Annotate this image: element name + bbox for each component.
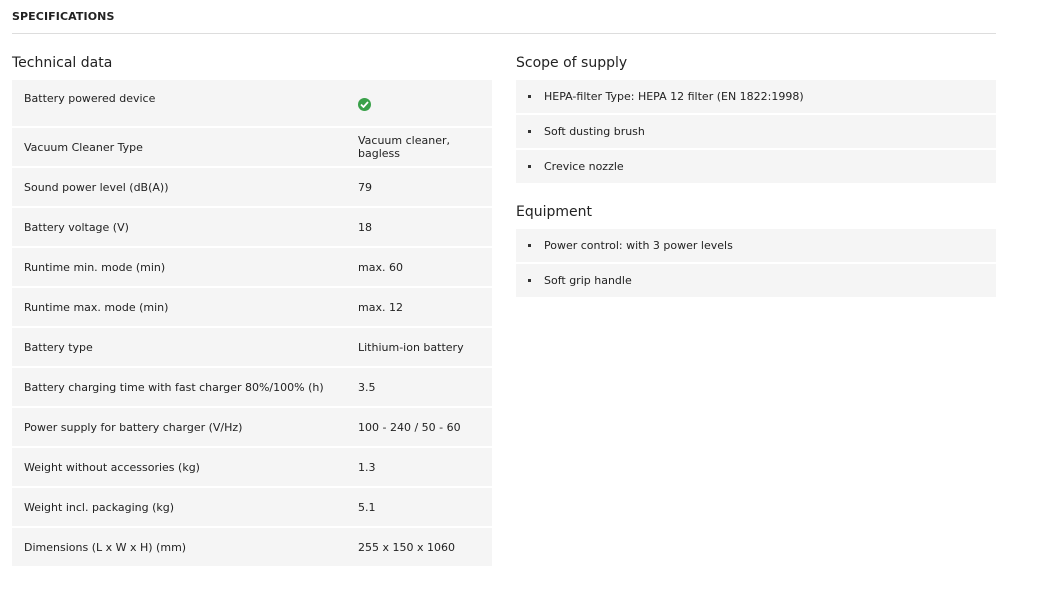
supply-column: Scope of supply HEPA-filter Type: HEPA 1… bbox=[516, 54, 996, 299]
bullet-icon bbox=[528, 244, 531, 247]
row-label: Power supply for battery charger (V/Hz) bbox=[12, 407, 346, 448]
check-circle-icon bbox=[358, 97, 371, 111]
table-row: Battery charging time with fast charger … bbox=[12, 367, 492, 408]
table-row: Battery voltage (V) 18 bbox=[12, 207, 492, 248]
section-title: SPECIFICATIONS bbox=[12, 10, 115, 23]
row-label: Vacuum Cleaner Type bbox=[12, 127, 346, 168]
table-row: Runtime min. mode (min) max. 60 bbox=[12, 247, 492, 288]
table-row: Weight incl. packaging (kg) 5.1 bbox=[12, 487, 492, 528]
row-value: Vacuum cleaner, bagless bbox=[346, 127, 492, 168]
bullet-icon bbox=[528, 165, 531, 168]
list-item-text: Power control: with 3 power levels bbox=[544, 239, 733, 252]
scope-of-supply-list: HEPA-filter Type: HEPA 12 filter (EN 182… bbox=[516, 80, 996, 185]
table-row: Sound power level (dB(A)) 79 bbox=[12, 167, 492, 208]
section-divider bbox=[12, 33, 996, 34]
table-row: Vacuum Cleaner Type Vacuum cleaner, bagl… bbox=[12, 127, 492, 168]
row-value: 255 x 150 x 1060 bbox=[346, 527, 492, 568]
row-label: Runtime max. mode (min) bbox=[12, 287, 346, 328]
row-value: Lithium-ion battery bbox=[346, 327, 492, 368]
list-item-text: Crevice nozzle bbox=[544, 160, 624, 173]
row-label: Dimensions (L x W x H) (mm) bbox=[12, 527, 346, 568]
list-item: Soft grip handle bbox=[516, 264, 996, 299]
row-value: 100 - 240 / 50 - 60 bbox=[346, 407, 492, 448]
row-value: 18 bbox=[346, 207, 492, 248]
equipment-heading: Equipment bbox=[516, 204, 592, 220]
list-item-text: HEPA-filter Type: HEPA 12 filter (EN 182… bbox=[544, 90, 804, 103]
row-value: max. 12 bbox=[346, 287, 492, 328]
table-row: Dimensions (L x W x H) (mm) 255 x 150 x … bbox=[12, 527, 492, 568]
equipment-list: Power control: with 3 power levels Soft … bbox=[516, 229, 996, 299]
row-value bbox=[346, 80, 492, 128]
list-item-text: Soft dusting brush bbox=[544, 125, 645, 138]
list-item: HEPA-filter Type: HEPA 12 filter (EN 182… bbox=[516, 80, 996, 115]
row-label: Runtime min. mode (min) bbox=[12, 247, 346, 288]
row-value: 1.3 bbox=[346, 447, 492, 488]
bullet-icon bbox=[528, 130, 531, 133]
row-label: Battery type bbox=[12, 327, 346, 368]
bullet-icon bbox=[528, 279, 531, 282]
bullet-icon bbox=[528, 95, 531, 98]
row-label: Battery voltage (V) bbox=[12, 207, 346, 248]
row-value: max. 60 bbox=[346, 247, 492, 288]
row-label: Battery charging time with fast charger … bbox=[12, 367, 346, 408]
list-item-text: Soft grip handle bbox=[544, 274, 632, 287]
table-row: Battery type Lithium-ion battery bbox=[12, 327, 492, 368]
row-label: Weight without accessories (kg) bbox=[12, 447, 346, 488]
row-value: 5.1 bbox=[346, 487, 492, 528]
technical-data-table: Battery powered device Vacuum Cleaner Ty… bbox=[12, 80, 492, 568]
list-item: Crevice nozzle bbox=[516, 150, 996, 185]
row-label: Sound power level (dB(A)) bbox=[12, 167, 346, 208]
row-label: Weight incl. packaging (kg) bbox=[12, 487, 346, 528]
table-row: Runtime max. mode (min) max. 12 bbox=[12, 287, 492, 328]
scope-of-supply-heading: Scope of supply bbox=[516, 55, 628, 71]
list-item: Soft dusting brush bbox=[516, 115, 996, 150]
technical-data-heading: Technical data bbox=[12, 55, 113, 71]
equipment-section: Equipment Power control: with 3 power le… bbox=[516, 203, 996, 299]
row-value: 3.5 bbox=[346, 367, 492, 408]
table-row: Power supply for battery charger (V/Hz) … bbox=[12, 407, 492, 448]
list-item: Power control: with 3 power levels bbox=[516, 229, 996, 264]
table-row: Weight without accessories (kg) 1.3 bbox=[12, 447, 492, 488]
row-value: 79 bbox=[346, 167, 492, 208]
technical-data-column: Technical data Battery powered device Va… bbox=[12, 54, 492, 568]
row-label: Battery powered device bbox=[12, 80, 346, 128]
specifications-page: SPECIFICATIONS Technical data Battery po… bbox=[0, 0, 1051, 597]
table-row: Battery powered device bbox=[12, 80, 492, 128]
